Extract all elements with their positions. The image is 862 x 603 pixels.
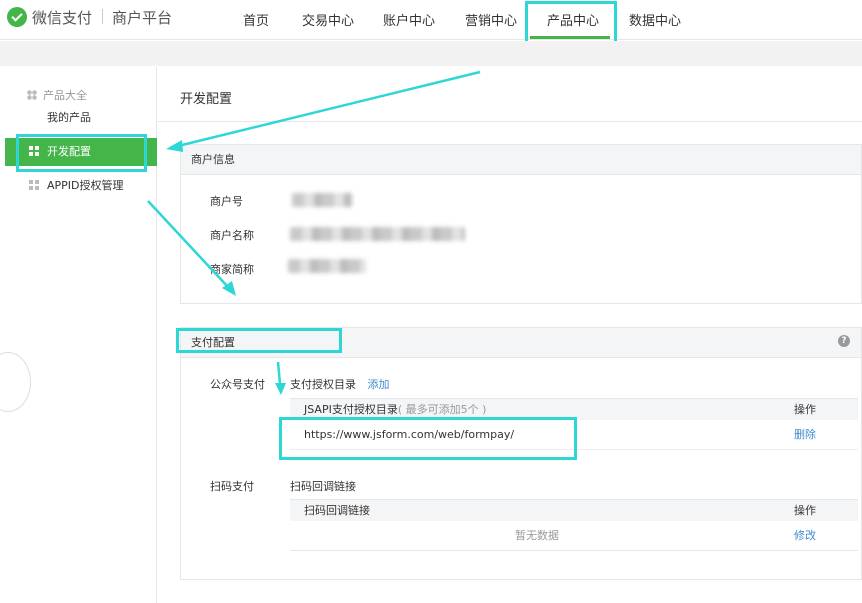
platform-name: 商户平台 <box>112 9 173 27</box>
delete-link[interactable]: 删除 <box>794 420 816 450</box>
add-auth-dir-link[interactable]: 添加 <box>368 378 390 391</box>
arrow-line-nav <box>177 70 481 148</box>
brand-name: 微信支付 <box>32 9 93 27</box>
empty-text: 暂无数据 <box>515 529 559 542</box>
sidebar-section-title: 产品大全 <box>27 87 87 103</box>
brand-divider <box>102 9 103 24</box>
highlight-box-nav <box>525 1 617 46</box>
scan-pay-label: 扫码支付 <box>210 480 254 493</box>
grid-icon <box>29 180 39 190</box>
jsapi-pay-label: 公众号支付 <box>210 378 265 391</box>
sidebar-item-label: APPID授权管理 <box>47 179 124 192</box>
help-icon[interactable]: ? <box>838 335 850 347</box>
nav-home[interactable]: 首页 <box>243 10 269 29</box>
nav-data-center[interactable]: 数据中心 <box>629 10 681 29</box>
merchant-name-label: 商户名称 <box>210 229 254 242</box>
table-row: 暂无数据 修改 <box>290 521 858 551</box>
title-divider <box>158 121 862 122</box>
merchant-short-name-value-redacted <box>288 259 366 273</box>
jsapi-auth-dir-title: 支付授权目录 添加 <box>290 378 390 391</box>
highlight-box-url <box>279 417 577 460</box>
table-header: 扫码回调链接 操作 <box>290 499 858 521</box>
sidebar-item-my-products[interactable]: 我的产品 <box>5 104 157 132</box>
merchant-short-name-label: 商家简称 <box>210 263 254 276</box>
header-spacer <box>0 41 862 66</box>
merchant-id-label: 商户号 <box>210 195 243 208</box>
scan-callback-table: 扫码回调链接 操作 暂无数据 修改 <box>290 499 858 551</box>
merchant-info-panel: 商户信息 <box>180 144 862 304</box>
modify-link[interactable]: 修改 <box>794 521 816 551</box>
top-header: 微信支付 商户平台 首页 交易中心 账户中心 营销中心 产品中心 数据中心 <box>0 0 862 40</box>
wechat-pay-logo-icon <box>7 7 27 27</box>
nav-account-center[interactable]: 账户中心 <box>383 10 435 29</box>
highlight-box-sidebar <box>16 134 147 172</box>
highlight-box-payment-config <box>176 328 342 353</box>
nav-trade-center[interactable]: 交易中心 <box>302 10 354 29</box>
nav-marketing-center[interactable]: 营销中心 <box>465 10 517 29</box>
merchant-id-value-redacted <box>292 193 352 207</box>
merchant-name-value-redacted <box>290 227 465 241</box>
merchant-info-title: 商户信息 <box>181 145 861 175</box>
sidebar-item-appid-auth[interactable]: APPID授权管理 <box>5 172 157 200</box>
side-scroll-handle[interactable] <box>0 352 31 412</box>
op-column-header: 操作 <box>794 504 816 517</box>
scan-callback-title: 扫码回调链接 <box>290 480 356 493</box>
op-column-header: 操作 <box>794 403 816 416</box>
product-grid-icon <box>27 90 37 100</box>
page-title: 开发配置 <box>180 92 233 107</box>
